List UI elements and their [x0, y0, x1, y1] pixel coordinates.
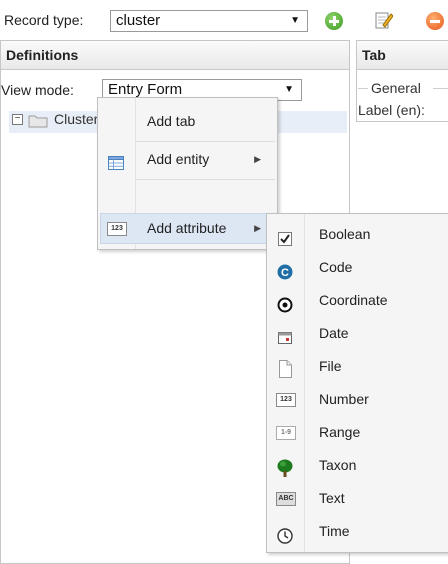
fieldset-border: [358, 88, 368, 89]
record-type-label: Record type:: [4, 12, 84, 28]
code-icon: C: [277, 259, 293, 280]
menu-item-label: Boolean: [319, 226, 371, 242]
menu-item-label: Time: [319, 523, 350, 539]
attribute-submenu: Boolean C Code Coordinate Date File 123 …: [266, 213, 448, 553]
svg-text:C: C: [281, 267, 289, 279]
fieldset-legend: General: [371, 80, 421, 96]
menu-item-label: Date: [319, 325, 349, 341]
collapse-icon[interactable]: −: [12, 114, 23, 125]
menu-item-label: Coordinate: [319, 292, 388, 308]
number-icon: 123: [107, 222, 127, 236]
toolbar: Record type: cluster ▼: [0, 0, 448, 38]
chevron-right-icon: ▶: [254, 154, 261, 164]
tab-header: Tab: [357, 41, 448, 70]
menu-item-label: Number: [319, 391, 369, 407]
view-mode-value: Entry Form: [108, 81, 183, 98]
context-menu: Add tab Add entity ▶ 123 Add attribute ▶: [97, 97, 278, 250]
menu-item-label: Add entity: [147, 151, 210, 167]
menu-item-label: Text: [319, 490, 345, 506]
menu-item-taxon[interactable]: Taxon: [267, 449, 448, 481]
menu-item-label: Add attribute: [147, 220, 227, 236]
chevron-down-icon: ▼: [284, 84, 294, 95]
menu-item-coordinate[interactable]: Coordinate: [267, 284, 448, 316]
menu-item-label: Add tab: [147, 113, 196, 129]
number-icon: 123: [276, 393, 296, 407]
tree-icon: [277, 456, 293, 477]
text-icon: ABC: [276, 492, 296, 506]
chevron-down-icon: ▼: [290, 15, 300, 26]
menu-item-date[interactable]: Date: [267, 317, 448, 349]
clock-icon: [277, 523, 293, 544]
menu-item-time[interactable]: Time: [267, 515, 448, 547]
range-icon: 1-9: [276, 426, 296, 440]
checkbox-icon: [277, 226, 293, 246]
menu-item-label: Range: [319, 424, 361, 440]
coordinate-icon: [277, 292, 293, 313]
menu-item-add-entity[interactable]: Add entity ▶: [98, 144, 277, 174]
folder-icon: [28, 114, 48, 128]
menu-item-boolean[interactable]: Boolean: [267, 218, 448, 250]
menu-item-number[interactable]: 123 Number: [267, 383, 448, 415]
remove-icon[interactable]: [426, 12, 444, 30]
record-type-select[interactable]: cluster ▼: [110, 10, 308, 32]
record-type-value: cluster: [116, 12, 161, 29]
menu-item-text[interactable]: ABC Text: [267, 482, 448, 514]
menu-item-label: File: [319, 358, 342, 374]
menu-item-code[interactable]: C Code: [267, 251, 448, 283]
table-icon: [108, 151, 124, 170]
add-icon[interactable]: [325, 12, 343, 30]
menu-item-add-tab[interactable]: Add tab: [98, 107, 277, 135]
menu-item-range[interactable]: 1-9 Range: [267, 416, 448, 448]
menu-item-add-attribute[interactable]: 123 Add attribute ▶: [98, 213, 277, 243]
menu-separator: [136, 141, 275, 142]
file-icon: [277, 357, 293, 378]
menu-item-label: Taxon: [319, 457, 357, 473]
menu-separator: [136, 179, 275, 180]
edit-icon[interactable]: [375, 10, 394, 30]
definitions-header: Definitions: [1, 41, 349, 70]
menu-item-file[interactable]: File: [267, 350, 448, 382]
chevron-right-icon: ▶: [254, 223, 261, 233]
menu-item-label: Code: [319, 259, 353, 275]
label-en-label: Label (en):: [358, 102, 425, 118]
calendar-icon: [277, 325, 293, 344]
fieldset-border: [433, 88, 448, 89]
tree-node-label: Cluster: [54, 111, 99, 127]
view-mode-label: View mode:: [1, 82, 74, 98]
